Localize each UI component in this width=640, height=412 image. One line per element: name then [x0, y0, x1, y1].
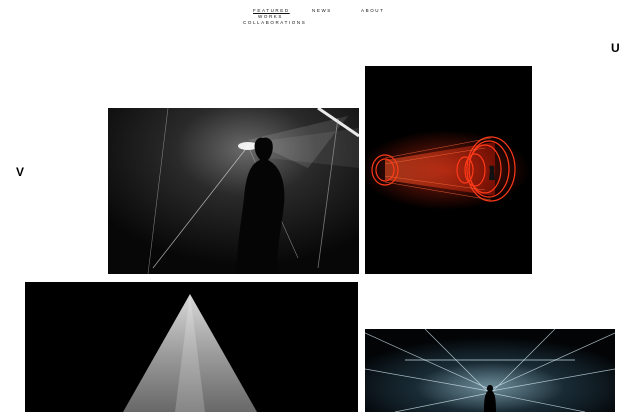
silhouette-image	[108, 108, 359, 274]
top-nav: FEATURED WORKS COLLABORATIONS NEWS ABOUT	[0, 8, 640, 28]
light-corridor-image	[365, 329, 615, 412]
gallery-tile-light-triangle[interactable]	[25, 282, 358, 412]
red-rings-image	[365, 66, 532, 274]
light-triangle-image	[25, 282, 358, 412]
gallery-tile-silhouette[interactable]	[108, 108, 359, 274]
nav-news[interactable]: NEWS	[312, 8, 332, 14]
gallery-tile-light-corridor[interactable]	[365, 329, 615, 412]
gallery-tile-red-rings[interactable]	[365, 66, 532, 274]
nav-about[interactable]: ABOUT	[361, 8, 385, 14]
logo-letter-v[interactable]: V	[16, 166, 24, 178]
logo-letter-u[interactable]: U	[611, 42, 620, 54]
page: FEATURED WORKS COLLABORATIONS NEWS ABOUT…	[0, 0, 640, 412]
nav-collaborations[interactable]: COLLABORATIONS	[243, 20, 306, 26]
